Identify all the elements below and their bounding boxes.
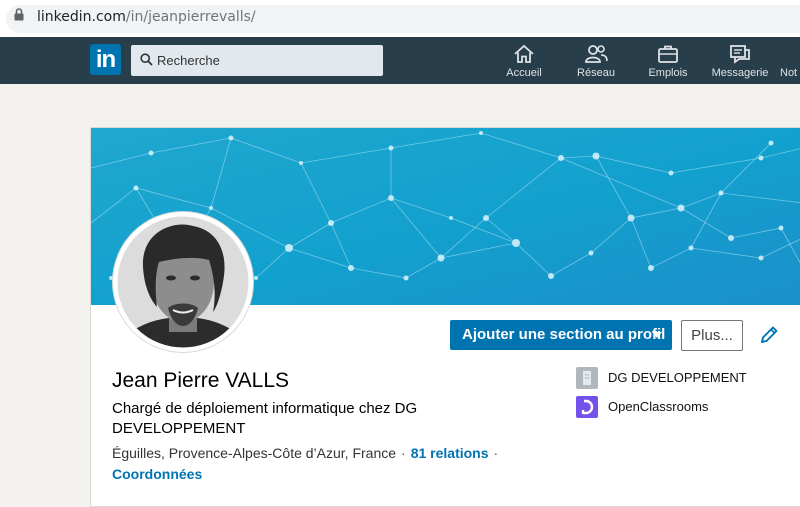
home-icon (503, 44, 545, 65)
contact-info-link[interactable]: Coordonnées (112, 466, 202, 482)
profile-headline: Chargé de déploiement informatique chez … (112, 400, 418, 437)
url-text[interactable]: linkedin.com/in/jeanpierrevalls/ (37, 9, 256, 25)
search-box[interactable] (131, 45, 383, 76)
company-name: DG DEVELOPPEMENT (608, 370, 747, 385)
separator-dot: · (493, 445, 499, 461)
nav-label: Accueil (506, 67, 542, 79)
more-button[interactable]: Plus... (681, 320, 743, 351)
company-building-icon (576, 367, 598, 389)
relations-link[interactable]: 81 relations (411, 445, 489, 461)
search-input[interactable] (157, 45, 377, 76)
nav-item-jobs[interactable]: Emplois (646, 44, 690, 82)
network-icon (575, 44, 617, 65)
browser-address-bar: linkedin.com/in/jeanpierrevalls/ (0, 0, 800, 38)
url-path: /in/jeanpierrevalls/ (125, 9, 256, 25)
search-icon (140, 53, 153, 71)
add-profile-section-button[interactable]: Ajouter une section au profil (450, 320, 672, 350)
url-host: linkedin.com (37, 9, 126, 25)
briefcase-icon (646, 44, 690, 65)
nav-label: Réseau (577, 67, 615, 79)
avatar-portrait-icon (113, 212, 253, 352)
nav-label: Emplois (648, 67, 688, 79)
nav-item-network[interactable]: Réseau (575, 44, 617, 82)
nav-label: Not (780, 67, 798, 79)
nav-item-messaging[interactable]: Messagerie (711, 44, 769, 82)
profile-name: Jean Pierre VALLS (112, 369, 290, 392)
profile-photo[interactable] (113, 212, 253, 352)
openclassrooms-logo-icon (576, 396, 598, 418)
school-name: OpenClassrooms (608, 399, 709, 414)
profile-location: Éguilles, Provence-Alpes-Côte d’Azur, Fr… (112, 445, 397, 461)
linkedin-navbar: in Accueil Réseau (0, 37, 800, 84)
add-profile-section-label: Ajouter une section au profil (462, 326, 666, 343)
profile-card: Ajouter une section au profil Plus... Je… (90, 127, 800, 507)
separator-dot: · (401, 445, 406, 461)
caret-down-icon (652, 332, 662, 338)
lock-icon[interactable] (14, 8, 24, 26)
linkedin-logo[interactable]: in (90, 44, 121, 75)
nav-item-home[interactable]: Accueil (503, 44, 545, 82)
nav-label: Messagerie (711, 67, 769, 79)
profile-location-line: Éguilles, Provence-Alpes-Côte d’Azur, Fr… (112, 445, 503, 461)
notifications-icon (780, 44, 800, 65)
nav-item-notifications[interactable]: Not (780, 44, 800, 82)
messaging-icon (711, 44, 769, 65)
pencil-icon[interactable] (758, 324, 780, 351)
